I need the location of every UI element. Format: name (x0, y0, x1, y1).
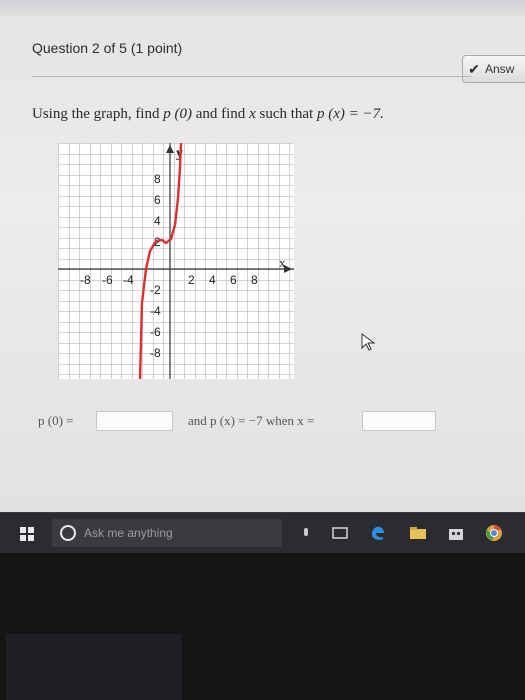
chrome-icon[interactable] (484, 523, 504, 543)
question-prompt: Using the graph, find p (0) and find x s… (32, 106, 384, 123)
store-icon[interactable] (446, 523, 466, 543)
x-axis-label: x (279, 255, 286, 270)
prompt-text-2: and find (191, 106, 250, 122)
x-tick-label: 4 (209, 273, 216, 287)
question-title: Question 2 of 5 (1 point) (32, 40, 183, 56)
prompt-equation: p (x) = −7. (316, 106, 384, 122)
x-tick-label: 8 (251, 273, 258, 287)
cortana-icon (60, 525, 76, 541)
x-tick-label: 6 (230, 273, 237, 287)
answer-button-label: Answ (485, 62, 515, 76)
divider (32, 76, 472, 77)
function-graph: y x 8 6 4 2 -2 -4 -6 -8 -8 -6 -4 2 4 6 8 (58, 143, 294, 379)
answer-row: p (0) = (38, 413, 74, 429)
x-answer-input[interactable] (362, 411, 436, 431)
taskbar: Ask me anything (0, 512, 525, 553)
search-placeholder: Ask me anything (84, 526, 173, 540)
taskbar-search[interactable]: Ask me anything (52, 519, 282, 547)
x-label: and p (x) = −7 when x = (188, 413, 315, 428)
x-tick-label: -4 (123, 273, 134, 287)
prompt-text-1: Using the graph, find (32, 106, 164, 122)
y-tick-label: -8 (150, 346, 161, 360)
x-tick-label: 2 (188, 273, 195, 287)
y-tick-label: 4 (154, 214, 161, 228)
mouse-cursor-icon (361, 333, 376, 351)
task-view-icon[interactable] (330, 523, 350, 543)
x-tick-label: -6 (102, 273, 113, 287)
y-tick-label: -4 (150, 304, 161, 318)
prompt-p0: p (0) (163, 106, 192, 122)
browser-page: Question 2 of 5 (1 point) ✔ Answ Using t… (0, 0, 525, 512)
x-tick-label: -8 (80, 273, 91, 287)
y-tick-label: 6 (154, 193, 161, 207)
p0-label: p (0) = (38, 413, 74, 428)
top-strip (0, 0, 525, 16)
answer-button[interactable]: ✔ Answ (462, 55, 525, 83)
checkmark-icon: ✔ (468, 60, 480, 77)
bezel-shadow (6, 634, 182, 700)
y-tick-label: 8 (154, 172, 161, 186)
y-tick-label: -2 (150, 283, 161, 297)
y-tick-label: -6 (150, 325, 161, 339)
edge-browser-icon[interactable] (368, 523, 388, 543)
file-explorer-icon[interactable] (408, 523, 428, 543)
microphone-icon[interactable] (296, 523, 316, 543)
prompt-x: x (249, 106, 256, 122)
p0-answer-input[interactable] (96, 411, 173, 431)
windows-start-icon[interactable] (20, 527, 34, 541)
prompt-text-3: such that (255, 106, 317, 122)
